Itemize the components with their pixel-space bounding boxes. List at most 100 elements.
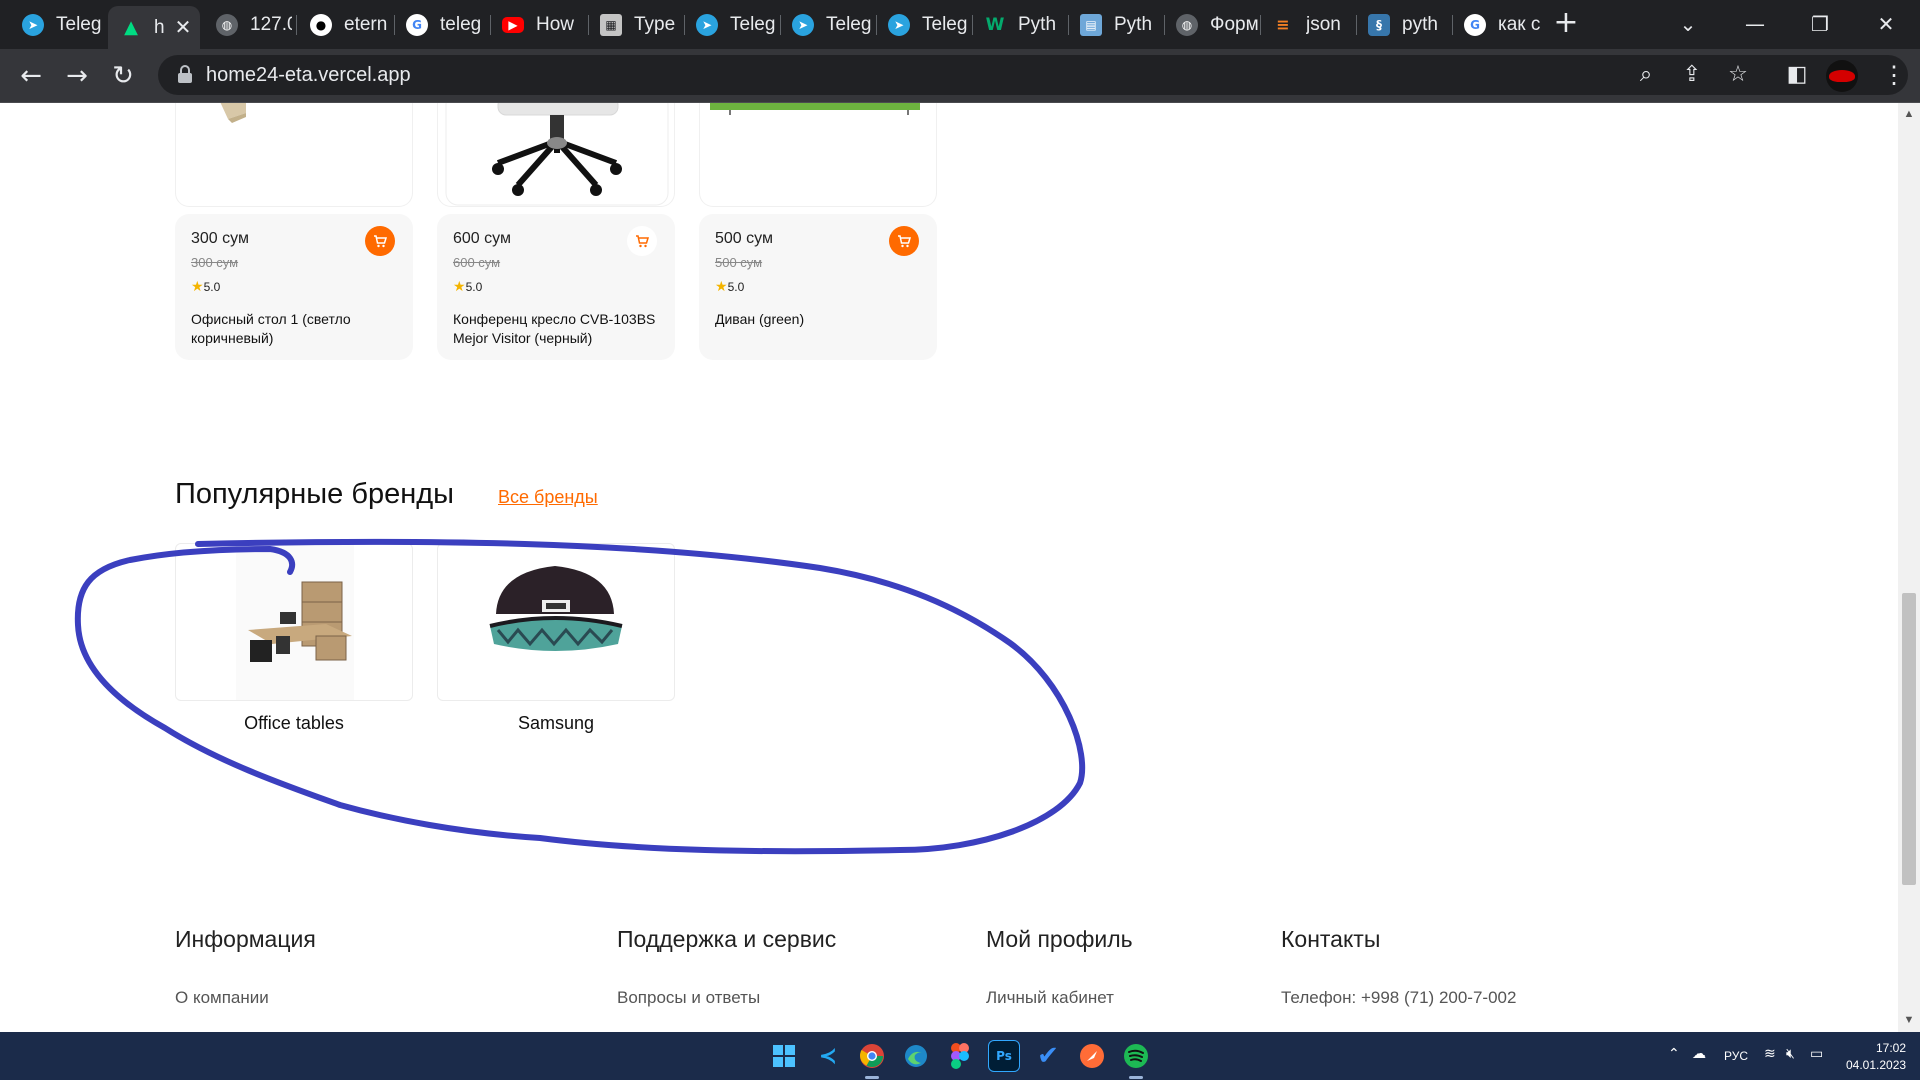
tab-title: pyth <box>1402 13 1438 35</box>
profile-avatar[interactable] <box>1826 60 1858 92</box>
footer-heading: Мой профиль <box>986 926 1133 952</box>
windows-taskbar: ≺ Ps ✔ ⌃ ☁ РУС ≋ 🔇︎ ▭ 17:02 04.01.2023 <box>0 1032 1920 1080</box>
postman-icon[interactable] <box>1076 1040 1108 1072</box>
menu-dots-icon[interactable]: ⋮ <box>1882 60 1906 92</box>
tab-title: teleg <box>440 13 482 35</box>
windows-start-icon[interactable] <box>768 1040 800 1072</box>
close-tab-icon[interactable]: ✕ <box>175 15 192 40</box>
google-icon: G <box>406 13 428 36</box>
footer-heading: Поддержка и сервис <box>617 926 837 952</box>
tab-title: Форм <box>1210 13 1258 35</box>
tab-python[interactable]: § pyth <box>1356 6 1450 43</box>
url-text[interactable]: home24-eta.vercel.app <box>206 64 411 87</box>
active-app-indicator <box>865 1076 879 1079</box>
tab-localhost[interactable]: ◍ 127.0 <box>204 6 292 43</box>
battery-icon[interactable]: ▭ <box>1810 1046 1823 1062</box>
scroll-up-icon[interactable]: ▲ <box>1902 107 1916 121</box>
tab-title: Teleg <box>922 13 968 35</box>
tab-google[interactable]: G teleg <box>394 6 486 43</box>
bookmark-star-icon[interactable]: ☆ <box>1723 60 1753 90</box>
forward-arrow-icon[interactable]: → <box>60 59 94 93</box>
footer-link-about[interactable]: О компании <box>175 988 269 1008</box>
running-app-indicator <box>1129 1076 1143 1079</box>
tab-title: h <box>154 16 165 38</box>
tab-title: How <box>536 13 575 35</box>
stackoverflow-icon: ≡ <box>1276 15 1290 34</box>
edge-icon[interactable] <box>900 1040 932 1072</box>
tab-title: Teleg <box>826 13 872 35</box>
tab-telegram[interactable]: ➤ Teleg <box>10 6 104 43</box>
tab-title: Pyth <box>1018 13 1057 35</box>
tab-title: etern <box>344 13 388 35</box>
keyboard-language[interactable]: РУС <box>1724 1049 1748 1063</box>
tab-title: 127.0 <box>250 13 292 35</box>
python-doc-icon: ▤ <box>1080 13 1102 36</box>
show-hidden-icons-chevron-icon[interactable]: ⌃ <box>1668 1046 1680 1062</box>
vscode-icon[interactable]: ≺ <box>812 1040 844 1072</box>
side-panel-icon[interactable]: ◧ <box>1782 60 1812 90</box>
footer-heading: Информация <box>175 926 316 952</box>
telegram-icon: ➤ <box>22 13 44 36</box>
tab-google-search[interactable]: G как с <box>1452 6 1546 43</box>
tab-separator <box>296 15 297 35</box>
typescript-icon: ▦ <box>600 13 622 36</box>
tab-title: Type <box>634 13 676 35</box>
tab-active[interactable]: ▲ h ✕ <box>108 6 200 49</box>
share-icon[interactable]: ⇪ <box>1677 60 1707 90</box>
tab-telegram[interactable]: ➤ Teleg <box>876 6 968 43</box>
clock-time[interactable]: 17:02 <box>1876 1041 1906 1055</box>
tab-stackoverflow[interactable]: ≡ json <box>1260 6 1354 43</box>
tab-title: json <box>1306 13 1341 35</box>
minimize-icon[interactable]: — <box>1735 8 1775 40</box>
reload-icon[interactable]: ↻ <box>106 59 140 93</box>
footer-link-faq[interactable]: Вопросы и ответы <box>617 988 760 1008</box>
tab-github[interactable]: ● etern <box>298 6 390 43</box>
chrome-icon[interactable] <box>856 1040 888 1072</box>
tab-title: как с <box>1498 13 1541 35</box>
scroll-down-icon[interactable]: ▼ <box>1902 1013 1916 1027</box>
footer-link-account[interactable]: Личный кабинет <box>986 988 1114 1008</box>
w3-icon: W <box>985 14 1005 35</box>
page-content: 300 сум 300 сум ★5.0 Офисный стол 1 (све… <box>0 103 1898 1032</box>
globe-icon: ◍ <box>1176 13 1198 36</box>
scrollbar-thumb[interactable] <box>1902 593 1916 885</box>
tab-typescript[interactable]: ▦ Type <box>588 6 680 43</box>
tab-title: Pyth <box>1114 13 1153 35</box>
google-icon: G <box>1464 13 1486 36</box>
globe-icon: ◍ <box>216 13 238 36</box>
tab-search-chevron-icon[interactable]: ⌄ <box>1668 8 1708 40</box>
photoshop-icon[interactable]: Ps <box>988 1040 1020 1072</box>
footer-phone[interactable]: Телефон: +998 (71) 200-7-002 <box>1281 988 1516 1008</box>
page-scrollbar[interactable]: ▲ ▼ <box>1898 103 1920 1032</box>
close-window-icon[interactable]: ✕ <box>1866 8 1906 40</box>
browser-toolbar: ← → ↻ home24-eta.vercel.app ⌕ ⇪ ☆ ◧ ⋮ <box>0 49 1920 103</box>
wifi-icon[interactable]: ≋ <box>1764 1046 1776 1062</box>
back-arrow-icon[interactable]: ← <box>14 59 48 93</box>
lock-icon[interactable] <box>178 65 192 83</box>
new-tab-plus-icon[interactable]: + <box>1550 8 1582 40</box>
spotify-icon[interactable] <box>1120 1040 1152 1072</box>
telegram-icon: ➤ <box>696 13 718 36</box>
tab-telegram[interactable]: ➤ Teleg <box>780 6 872 43</box>
telegram-icon: ➤ <box>792 13 814 36</box>
telegram-icon: ➤ <box>888 13 910 36</box>
annotation-circle-marking <box>74 538 1086 855</box>
restore-icon[interactable]: ❐ <box>1800 8 1840 40</box>
tab-youtube[interactable]: ▶ How <box>490 6 584 43</box>
youtube-icon: ▶ <box>502 16 524 33</box>
todo-check-icon[interactable]: ✔ <box>1032 1040 1064 1072</box>
address-bar[interactable]: home24-eta.vercel.app ⌕ ⇪ ☆ <box>158 55 1908 95</box>
tab-telegram[interactable]: ➤ Teleg <box>684 6 776 43</box>
tab-w3schools[interactable]: W Pyth <box>972 6 1066 43</box>
volume-muted-icon[interactable]: 🔇︎ <box>1786 1046 1795 1062</box>
tab-python-doc[interactable]: ▤ Pyth <box>1068 6 1162 43</box>
tab-title: Teleg <box>56 13 102 35</box>
tab-forum[interactable]: ◍ Форм <box>1164 6 1258 43</box>
onedrive-cloud-icon[interactable]: ☁ <box>1692 1046 1706 1062</box>
tab-title: Teleg <box>730 13 776 35</box>
zoom-icon[interactable]: ⌕ <box>1631 60 1661 90</box>
figma-icon[interactable] <box>944 1040 976 1072</box>
clock-date[interactable]: 04.01.2023 <box>1846 1058 1906 1072</box>
python-icon: § <box>1368 13 1390 36</box>
nuxt-icon: ▲ <box>124 17 138 38</box>
